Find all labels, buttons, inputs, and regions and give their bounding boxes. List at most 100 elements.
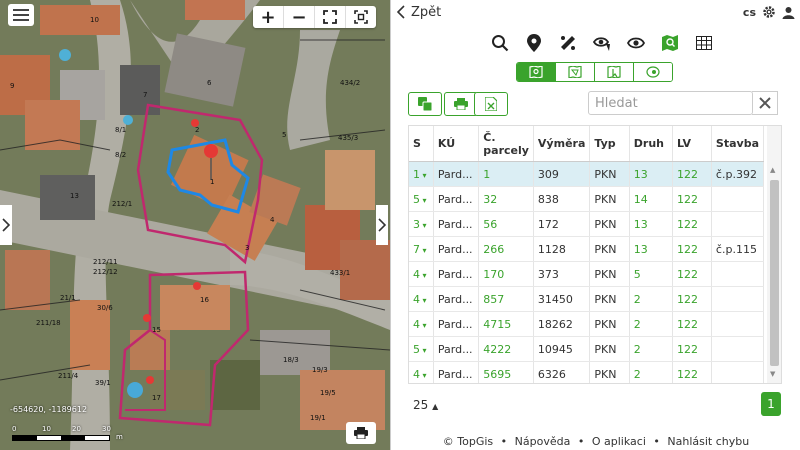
tool-map-search[interactable] [659, 32, 681, 54]
page-size-value: 25 [413, 398, 429, 412]
cell-s[interactable]: 4 ▾ [409, 261, 434, 287]
clear-search-button[interactable] [752, 91, 778, 115]
svg-text:5: 5 [282, 131, 286, 139]
cell-ku: Pard... [433, 311, 480, 337]
cell-s[interactable]: 7 ▾ [409, 236, 434, 262]
zoom-in-button[interactable]: + [253, 6, 284, 28]
cell-s[interactable]: 4 ▾ [409, 361, 434, 383]
cell-parcela: 4222 [478, 336, 534, 362]
cell-s[interactable]: 4 ▾ [409, 286, 434, 312]
search-input[interactable] [588, 91, 753, 115]
svg-text:211/4: 211/4 [58, 372, 79, 380]
print-button[interactable] [444, 92, 478, 116]
cell-s[interactable]: 1 ▾ [409, 161, 434, 187]
subtab-map-select[interactable] [595, 63, 634, 81]
collapse-panel-button[interactable] [376, 205, 388, 245]
back-button[interactable]: Zpět [397, 5, 441, 20]
copyright-link[interactable]: © TopGis [443, 435, 493, 448]
scroll-up-icon[interactable]: ▲ [770, 166, 775, 174]
svg-text:15: 15 [152, 326, 161, 334]
cell-s[interactable]: 5 ▾ [409, 336, 434, 362]
help-link[interactable]: Nápověda [515, 435, 571, 448]
scroll-thumb[interactable] [770, 180, 779, 366]
footer-separator: • [577, 435, 585, 448]
scroll-down-icon[interactable]: ▼ [770, 370, 775, 378]
cell-s[interactable]: 3 ▾ [409, 211, 434, 237]
map-parcel-icon [568, 66, 582, 78]
table-row[interactable]: 1 ▾ Pard... 1 309 PKN 13 122 č.p.392 [409, 161, 765, 187]
table-scrollbar[interactable]: ▲ ▼ [767, 126, 781, 383]
cell-vymera: 172 [533, 211, 591, 237]
tool-table[interactable] [693, 32, 715, 54]
language-switch[interactable]: cs [743, 6, 756, 19]
page-size-select[interactable]: 25 ▲ [413, 398, 438, 412]
cell-parcela: 4715 [478, 311, 534, 337]
menu-button[interactable] [8, 4, 34, 26]
scale-bar-graphic [12, 435, 110, 441]
cell-s[interactable]: 4 ▾ [409, 311, 434, 337]
table-header-row: S KÚ Č. parcely Výměra Typ Druh LV Stavb… [409, 126, 765, 162]
caret-down-icon[interactable]: ▾ [420, 321, 427, 330]
tool-view-pin[interactable] [591, 32, 613, 54]
table-row[interactable]: 5 ▾ Pard... 4222 10945 PKN 2 122 [409, 336, 765, 362]
col-header-druh[interactable]: Druh [629, 126, 674, 162]
caret-down-icon[interactable]: ▾ [420, 371, 427, 380]
locate-extent-button[interactable] [346, 6, 376, 28]
caret-down-icon[interactable]: ▾ [420, 246, 427, 255]
scale-label: 20 [72, 425, 81, 433]
status-value: 7 [413, 242, 420, 256]
table-row[interactable]: 7 ▾ Pard... 266 1128 PKN 13 122 č.p.115 [409, 236, 765, 262]
cell-lv: 122 [672, 161, 712, 187]
table-row[interactable]: 4 ▾ Pard... 4715 18262 PKN 2 122 [409, 311, 765, 337]
col-header-stavba[interactable]: Stavba [711, 126, 765, 162]
cell-s[interactable]: 5 ▾ [409, 186, 434, 212]
cell-stavba [711, 311, 765, 337]
table-row[interactable]: 4 ▾ Pard... 5695 6326 PKN 2 122 [409, 361, 765, 383]
caret-down-icon[interactable]: ▾ [420, 221, 427, 230]
col-header-typ[interactable]: Typ [589, 126, 630, 162]
collapse-left-button[interactable] [0, 205, 12, 245]
tool-view[interactable] [625, 32, 647, 54]
aerial-map[interactable]: 10 7 6 5 4 3 1 2 13 16 15 17 18/3 19/3 19/5 19/1 8/… [0, 0, 390, 450]
cell-lv: 122 [672, 361, 712, 383]
gear-icon[interactable] [762, 5, 776, 19]
caret-down-icon[interactable]: ▾ [420, 271, 427, 280]
col-header-vymera[interactable]: Výměra [533, 126, 591, 162]
col-header-ku[interactable]: KÚ [433, 126, 480, 162]
report-bug-link[interactable]: Nahlásit chybu [667, 435, 749, 448]
about-link[interactable]: O aplikaci [592, 435, 646, 448]
cell-vymera: 18262 [533, 311, 591, 337]
parcel-table[interactable]: S KÚ Č. parcely Výměra Typ Druh LV Stavb… [408, 125, 782, 384]
zoom-out-button[interactable]: − [284, 6, 315, 28]
print-map-button[interactable] [346, 422, 376, 444]
col-header-lv[interactable]: LV [672, 126, 712, 162]
table-row[interactable]: 4 ▾ Pard... 170 373 PKN 5 122 [409, 261, 765, 287]
col-header-parcela[interactable]: Č. parcely [478, 126, 534, 162]
fullscreen-button[interactable] [315, 6, 346, 28]
table-row[interactable]: 4 ▾ Pard... 857 31450 PKN 2 122 [409, 286, 765, 312]
subtab-map-parcel[interactable] [556, 63, 595, 81]
caret-down-icon[interactable]: ▾ [420, 196, 427, 205]
tool-measure[interactable] [557, 32, 579, 54]
svg-text:2: 2 [195, 126, 199, 134]
col-header-s[interactable]: S [409, 126, 434, 162]
svg-text:9: 9 [10, 82, 14, 90]
page-button-current[interactable]: 1 [761, 392, 781, 416]
tool-search[interactable] [489, 32, 511, 54]
caret-down-icon[interactable]: ▾ [420, 346, 427, 355]
table-row[interactable]: 5 ▾ Pard... 32 838 PKN 14 122 [409, 186, 765, 212]
caret-down-icon[interactable]: ▾ [420, 171, 427, 180]
subtab-map-search[interactable] [517, 63, 556, 81]
subtab-map-eye[interactable] [634, 63, 672, 81]
cell-typ: PKN [589, 261, 630, 287]
table-row[interactable]: 3 ▾ Pard... 56 172 PKN 13 122 [409, 211, 765, 237]
user-icon[interactable] [782, 6, 795, 19]
cell-parcela: 32 [478, 186, 534, 212]
tool-location[interactable] [523, 32, 545, 54]
caret-down-icon[interactable]: ▾ [420, 296, 427, 305]
map-view[interactable]: 10 7 6 5 4 3 1 2 13 16 15 17 18/3 19/3 19/5 19/1 8/… [0, 0, 390, 450]
export-excel-button[interactable] [474, 92, 508, 116]
cell-lv: 122 [672, 286, 712, 312]
cell-lv: 122 [672, 311, 712, 337]
copy-button[interactable] [408, 92, 442, 116]
